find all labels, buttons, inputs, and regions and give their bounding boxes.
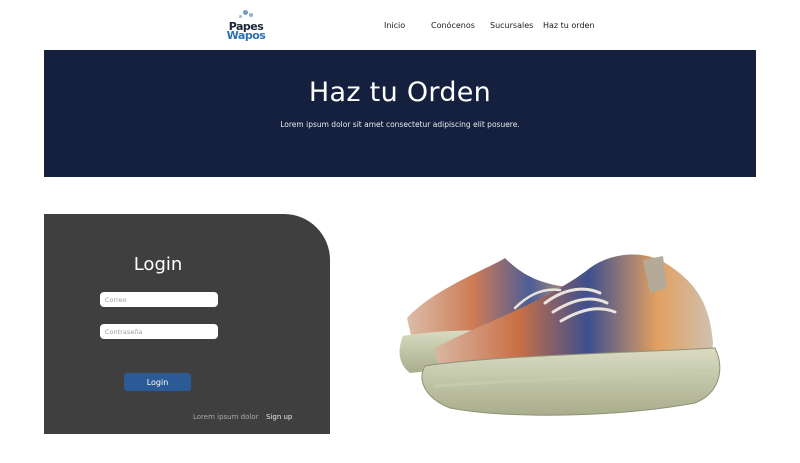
nav-link-haz-tu-orden[interactable]: Haz tu orden	[543, 19, 595, 33]
page-title: Haz tu Orden	[308, 77, 492, 108]
sneaker-image	[395, 248, 730, 424]
login-button[interactable]: Login	[124, 373, 191, 391]
login-title: Login	[133, 254, 183, 275]
nav-link-inicio[interactable]: Inicio	[384, 19, 405, 33]
login-footer-text: Lorem ipsum dolor	[193, 413, 259, 421]
login-card: Login Login Lorem ipsum dolor Sign up	[44, 214, 330, 434]
password-field[interactable]	[100, 324, 218, 339]
nav-link-sucursales[interactable]: Sucursales	[490, 19, 533, 33]
nav-link-conocenos[interactable]: Conócenos	[431, 19, 475, 33]
top-navbar: Papes Wapos Inicio Conócenos Sucursales …	[0, 0, 800, 50]
sneaker-icon	[399, 254, 721, 416]
hero-banner: Haz tu Orden Lorem ipsum dolor sit amet …	[44, 50, 756, 177]
hero-subtitle: Lorem ipsum dolor sit amet consectetur a…	[280, 120, 520, 129]
brand-logo[interactable]: Papes Wapos	[226, 9, 266, 43]
logo-text-bottom: Wapos	[226, 29, 266, 42]
email-field[interactable]	[100, 292, 218, 307]
signup-link[interactable]: Sign up	[266, 412, 292, 422]
